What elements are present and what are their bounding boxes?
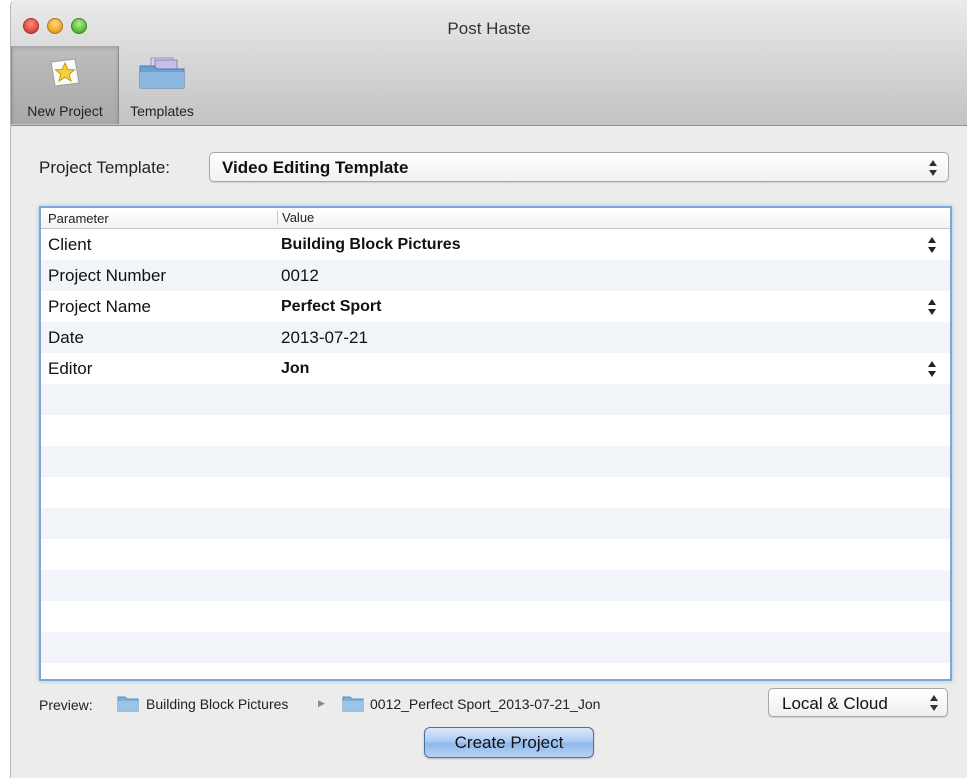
path-separator-icon: ▶ <box>318 698 325 708</box>
row-parameter: Client <box>48 235 92 254</box>
row-parameter: Project Number <box>48 266 167 285</box>
preview-path: Preview: Building Block Pictures ▶ 0012_… <box>39 692 739 716</box>
preview-path-segment: Building Block Pictures <box>146 696 289 712</box>
preview-label: Preview: <box>39 697 93 713</box>
empty-row <box>41 415 950 446</box>
toolbar-new-project[interactable]: New Project <box>11 46 119 124</box>
row-value[interactable]: Jon <box>281 360 309 378</box>
updown-arrows-icon[interactable] <box>927 236 937 254</box>
empty-row <box>41 570 950 601</box>
parameters-table[interactable]: Parameter Value Client Building Block Pi… <box>39 206 952 681</box>
updown-arrows-icon[interactable] <box>927 298 937 316</box>
project-template-value: Video Editing Template <box>222 158 409 177</box>
row-parameter: Project Name <box>48 297 151 316</box>
table-row[interactable]: Client Building Block Pictures <box>41 229 950 260</box>
destination-value: Local & Cloud <box>782 694 888 713</box>
row-value[interactable]: 0012 <box>281 266 319 286</box>
folder-icon <box>137 56 187 93</box>
templates-label: Templates <box>130 103 194 119</box>
column-header-value[interactable]: Value <box>277 211 314 225</box>
titlebar: Post Haste New Project Templates <box>11 0 967 126</box>
project-template-select[interactable]: Video Editing Template <box>209 152 949 182</box>
template-picker-label: Project Template: <box>39 158 171 177</box>
empty-row <box>41 446 950 477</box>
window-title: Post Haste <box>447 19 531 38</box>
row-parameter: Editor <box>48 359 93 378</box>
empty-row <box>41 601 950 632</box>
table-row[interactable]: Editor Jon <box>41 353 950 384</box>
table-header: Parameter Value <box>41 208 950 229</box>
star-icon <box>48 56 82 91</box>
empty-row <box>41 477 950 508</box>
toolbar-templates[interactable]: Templates <box>120 46 204 124</box>
column-header-parameter[interactable]: Parameter <box>48 211 109 226</box>
template-picker-row: Project Template: Video Editing Template <box>39 152 959 182</box>
folder-icon <box>342 696 364 712</box>
preview-path-segment: 0012_Perfect Sport_2013-07-21_Jon <box>370 696 601 712</box>
updown-arrows-icon <box>930 695 938 711</box>
table-row[interactable]: Project Name Perfect Sport <box>41 291 950 322</box>
updown-arrows-icon <box>929 160 937 176</box>
table-row[interactable]: Date 2013-07-21 <box>41 322 950 353</box>
row-parameter: Date <box>48 328 84 347</box>
destination-select[interactable]: Local & Cloud <box>768 688 948 717</box>
create-project-button[interactable]: Create Project <box>424 727 594 758</box>
table-row[interactable]: Project Number 0012 <box>41 260 950 291</box>
row-value[interactable]: Building Block Pictures <box>281 236 461 254</box>
folder-icon <box>117 696 139 712</box>
empty-row <box>41 632 950 663</box>
row-value[interactable]: 2013-07-21 <box>281 328 368 348</box>
row-value[interactable]: Perfect Sport <box>281 298 381 316</box>
empty-row <box>41 508 950 539</box>
empty-row <box>41 384 950 415</box>
app-window: Post Haste New Project Templates Project… <box>10 0 967 778</box>
updown-arrows-icon[interactable] <box>927 360 937 378</box>
empty-row <box>41 539 950 570</box>
new-project-label: New Project <box>27 103 103 119</box>
